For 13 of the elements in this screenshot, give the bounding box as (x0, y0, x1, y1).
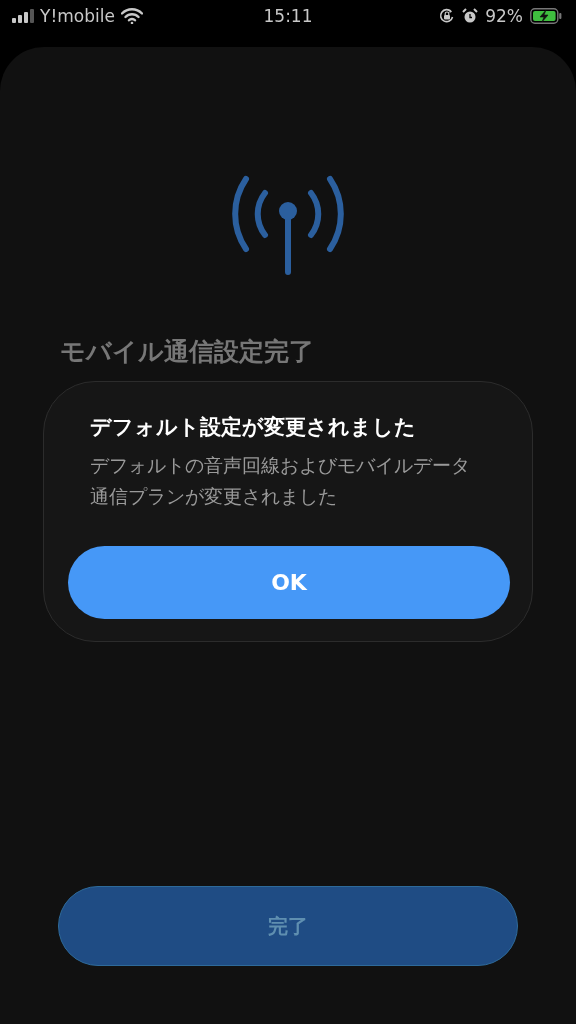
carrier-name: Y!mobile (40, 6, 115, 26)
battery-charging-icon (530, 8, 562, 24)
signal-icon (12, 9, 34, 23)
dialog-message: デフォルトの音声回線およびモバイルデータ通信プランが変更されました (90, 453, 470, 509)
alarm-icon (462, 8, 479, 24)
ok-button[interactable]: OK (68, 546, 510, 619)
clock-time: 15:11 (263, 6, 313, 26)
dialog-title: デフォルト設定が変更されました (90, 414, 417, 441)
screen-title: モバイル通信設定完了 (60, 336, 315, 368)
rotation-lock-icon (439, 8, 456, 24)
battery-percent: 92% (485, 6, 523, 26)
done-button[interactable]: 完了 (58, 886, 518, 966)
wifi-icon (120, 8, 143, 24)
